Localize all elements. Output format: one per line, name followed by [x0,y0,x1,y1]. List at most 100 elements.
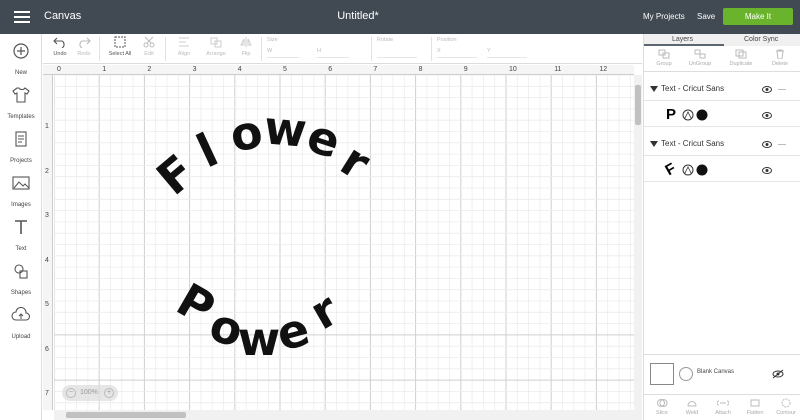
left-ruler: 1 2 3 4 5 6 7 [43,75,53,410]
undo-button[interactable]: Undo [51,36,69,57]
scroll-thumb[interactable] [635,85,641,125]
contour-icon [781,398,791,408]
contour-button[interactable]: Contour [772,398,800,416]
my-projects-link[interactable]: My Projects [643,12,685,21]
width-field-label: W [267,48,273,54]
blank-canvas-swatch[interactable] [650,363,674,385]
flip-label: Flip [241,51,251,57]
toolbar-divider [99,37,100,61]
group-button[interactable]: Group [652,49,676,67]
arrange-button[interactable]: Arrange [201,36,231,57]
attach-button[interactable]: Attach [710,398,736,416]
rotate-label: Rotate [377,37,394,43]
flip-button[interactable]: Flip [235,36,257,57]
slice-button[interactable]: Slice [650,398,674,416]
canvas-area[interactable]: Flower Power [54,75,634,410]
canvas-grid[interactable]: Fl ower Power [54,75,634,410]
sidebar-item-label: New [14,70,27,76]
ruler-tick-label: 10 [509,66,517,73]
arc-letter[interactable]: w [262,100,309,157]
tab-color-sync[interactable]: Color Sync [744,36,778,43]
arc-letter[interactable]: F [146,144,205,206]
ruler-tick-label: 5 [45,301,49,308]
projects-icon [15,131,27,147]
shirt-icon [12,87,30,103]
text-icon [15,220,27,234]
flower-text-group[interactable]: Fl ower [146,100,379,205]
weld-label: Weld [685,410,699,416]
y-field[interactable]: Y [487,48,527,58]
sidebar-item-upload[interactable]: Upload [0,300,42,340]
edit-button[interactable]: Edit [137,36,161,57]
ruler-tick-label: 8 [418,66,423,73]
redo-label: Redo [77,51,91,57]
height-field[interactable]: H [317,48,349,58]
document-title[interactable]: Untitled* [0,10,716,22]
duplicate-button[interactable]: Duplicate [726,49,756,67]
weld-button[interactable]: Weld [680,398,704,416]
ruler-tick-label: 9 [463,66,468,73]
sidebar-item-text[interactable]: Text [0,212,42,252]
align-button[interactable]: Align [171,36,197,57]
size-label: Size [267,37,278,43]
sidebar-item-label: Text [15,246,27,252]
sidebar-item-label: Templates [7,114,35,120]
eye-hidden-icon[interactable] [772,369,784,379]
ruler-tick-label: 6 [45,345,49,353]
toolbar-divider [431,37,432,61]
left-sidebar: New Templates Projects Images Text Shape… [0,34,42,420]
zoom-out-button[interactable]: − [66,388,76,398]
caret-down-icon[interactable] [650,86,658,92]
redo-button[interactable]: Redo [75,36,93,57]
x-field[interactable]: X [437,48,477,58]
delete-button[interactable]: Delete [768,49,792,67]
layer-group-2[interactable]: Text - Cricut Sans [644,134,800,156]
zoom-in-button[interactable]: + [104,388,114,398]
scroll-thumb[interactable] [66,412,186,418]
flatten-button[interactable]: Flatten [742,398,768,416]
shapes-icon [14,264,28,279]
make-it-button[interactable]: Make It [723,8,793,25]
ungroup-button[interactable]: UnGroup [688,49,712,67]
caret-down-icon[interactable] [650,141,658,147]
layer-item-2[interactable]: F [644,158,800,182]
layer-thumbnail: F [662,159,679,180]
tab-layers[interactable]: Layers [672,36,693,43]
select-all-label: Select All [108,51,132,57]
panel-tabs: Layers Color Sync [644,34,800,46]
width-field[interactable]: W [267,48,299,58]
y-field-label: Y [487,48,491,54]
save-button[interactable]: Save [697,12,715,21]
ungroup-icon [694,49,706,59]
eye-icon[interactable] [762,141,772,148]
layer-attributes-icon[interactable] [682,164,710,176]
rotate-field[interactable] [377,48,417,58]
zoom-level: 100% [80,389,98,396]
collapse-dash-icon [778,89,786,90]
sidebar-item-shapes[interactable]: Shapes [0,256,42,296]
eye-icon[interactable] [762,167,772,174]
toolbar-divider [261,37,262,61]
arc-letter[interactable]: l [189,123,226,179]
layer-attributes-icon[interactable] [682,109,710,121]
eye-icon[interactable] [762,86,772,93]
toolbar-divider [371,37,372,61]
flatten-label: Flatten [746,410,764,416]
sidebar-item-templates[interactable]: Templates [0,80,42,120]
sidebar-item-images[interactable]: Images [0,168,42,208]
vertical-scrollbar[interactable] [634,75,642,420]
flatten-icon [750,399,760,407]
select-all-button[interactable]: Select All [105,36,135,57]
sidebar-item-projects[interactable]: Projects [0,124,42,164]
blank-canvas-radio[interactable] [679,367,693,381]
ruler-tick-label: 6 [328,66,333,73]
horizontal-scrollbar[interactable] [54,410,634,420]
sidebar-item-new[interactable]: New [0,36,42,76]
sidebar-item-label: Upload [11,334,31,340]
layer-group-1[interactable]: Text - Cricut Sans [644,79,800,101]
bottom-tools: Slice Weld Attach Flatten Contour [644,394,800,420]
eye-icon[interactable] [762,112,772,119]
blank-canvas-row[interactable]: Blank Canvas [644,354,800,394]
layer-item-1[interactable]: P [644,103,800,127]
ruler-tick-label: 4 [237,66,242,73]
